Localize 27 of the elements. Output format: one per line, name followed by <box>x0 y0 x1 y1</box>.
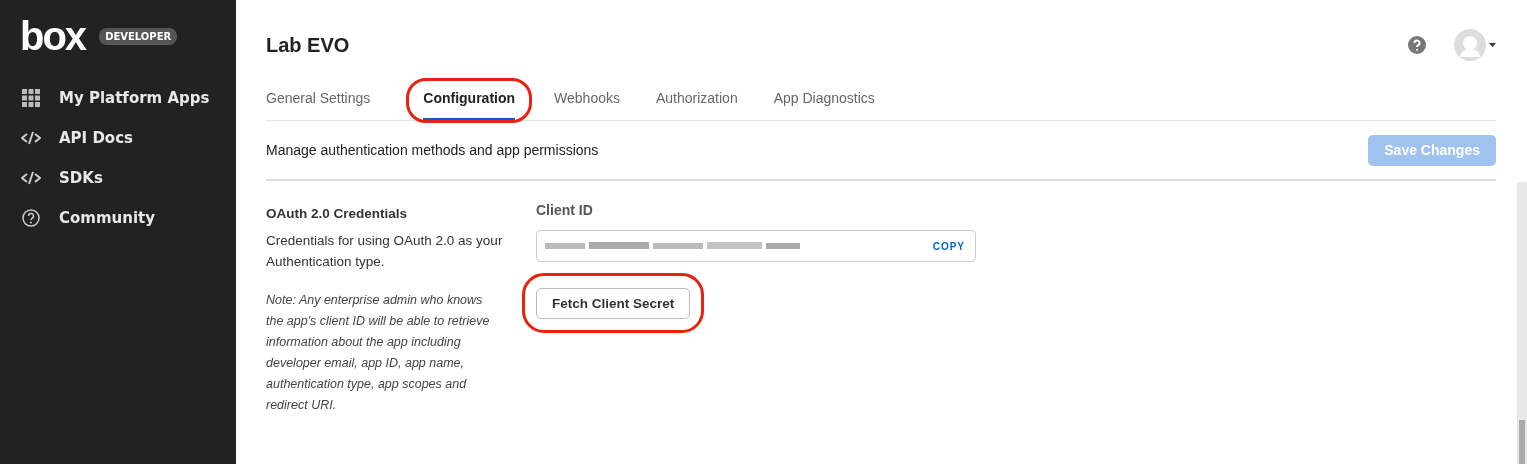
app-title: Lab EVO <box>266 33 351 57</box>
tab[interactable]: Configuration <box>423 90 516 120</box>
code-icon <box>21 171 41 185</box>
help-icon[interactable] <box>1408 36 1426 54</box>
nav-item[interactable]: API Docs <box>0 118 236 158</box>
scrollbar[interactable] <box>1517 182 1527 464</box>
nav-item[interactable]: SDKs <box>0 158 236 198</box>
developer-badge: DEVELOPER <box>99 27 178 45</box>
logo: box <box>20 18 86 54</box>
tab[interactable]: App Diagnostics <box>773 90 875 120</box>
section-title: OAuth 2.0 Credentials <box>266 205 409 223</box>
tab[interactable]: Authorization <box>655 90 738 120</box>
copy-button[interactable]: COPY <box>932 240 965 252</box>
nav-item[interactable]: Community <box>0 198 236 238</box>
field-label: Client ID <box>536 202 594 218</box>
page-description: Manage authentication methods and app permissions <box>266 142 599 158</box>
grid-icon <box>22 89 40 107</box>
client-id-field[interactable]: COPY <box>536 230 976 262</box>
tab[interactable]: Webhooks <box>554 90 620 120</box>
caret-icon[interactable] <box>1489 43 1496 47</box>
help-icon <box>22 209 40 227</box>
code-icon <box>21 131 41 145</box>
section-description: Credentials for using OAuth 2.0 as your Authentication type. <box>266 232 504 271</box>
fetch-client-secret-button[interactable]: Fetch Client Secret <box>536 288 691 319</box>
note-text: Note: Any enterprise admin who knows the app's client ID will be able to retrieve information about the app including developer email, app ID, app name, authentication type, app scopes and redirect URI. <box>266 292 491 414</box>
nav-item[interactable]: My Platform Apps <box>0 78 236 118</box>
tab[interactable]: General Settings <box>266 90 371 120</box>
